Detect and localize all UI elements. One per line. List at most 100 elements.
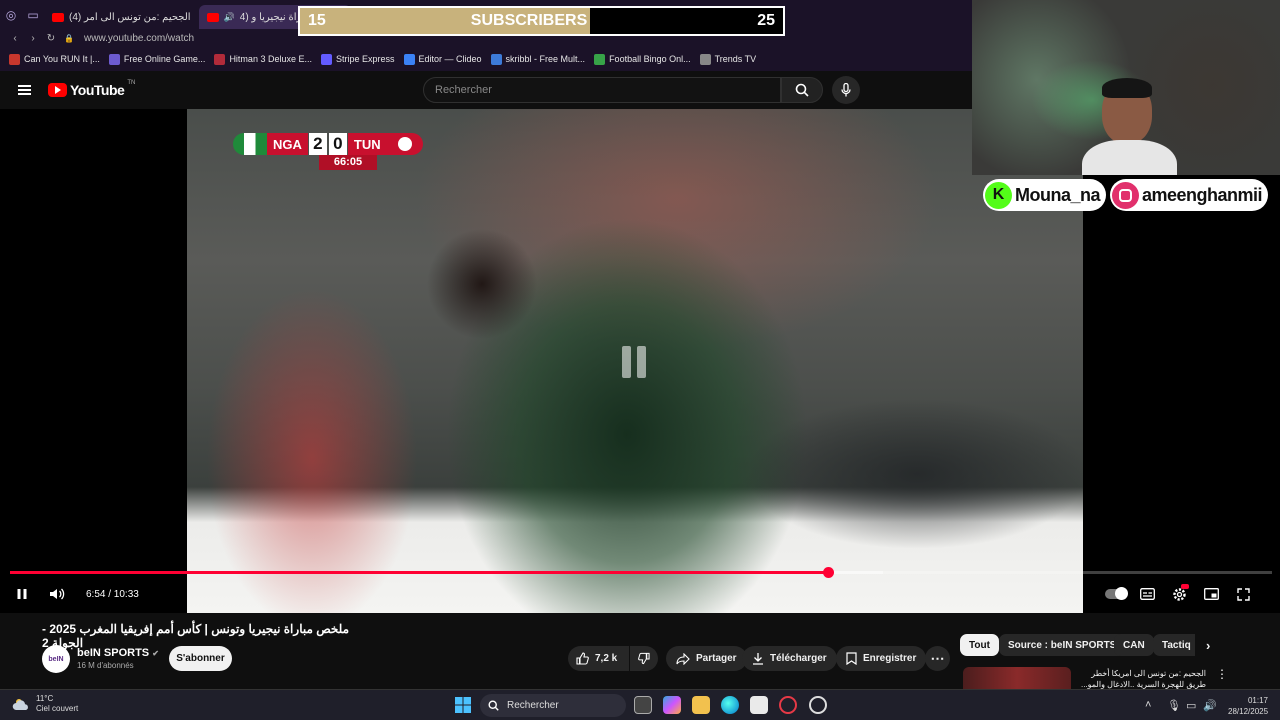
bookmark-item[interactable]: Can You RUN It |... xyxy=(9,53,100,65)
fullscreen-button[interactable] xyxy=(1237,586,1250,602)
file-explorer-icon[interactable] xyxy=(692,696,710,714)
miniplayer-button[interactable] xyxy=(1204,586,1219,602)
like-button[interactable]: 7,2 k xyxy=(568,646,629,671)
search-input[interactable]: Rechercher xyxy=(423,77,781,103)
match-clock: 66:05 xyxy=(319,155,377,170)
youtube-play-icon xyxy=(48,83,67,97)
dislike-button[interactable] xyxy=(630,646,658,671)
taskbar-search[interactable]: Rechercher xyxy=(480,694,626,717)
store-icon[interactable] xyxy=(750,696,768,714)
speaker-icon: 🔊 xyxy=(223,11,235,22)
pause-button[interactable] xyxy=(16,586,28,602)
search-button[interactable] xyxy=(781,77,823,103)
more-horizontal-icon: ⋯ xyxy=(930,650,945,666)
bookmark-item[interactable]: skribbl - Free Mult... xyxy=(490,53,586,65)
bookmark-favicon-icon xyxy=(108,53,120,65)
menu-icon[interactable] xyxy=(18,85,31,95)
steam-icon[interactable] xyxy=(809,696,827,714)
recommendation-title[interactable]: الجحيم :من تونس الى امريكا أخطر طريق لله… xyxy=(1076,668,1206,690)
browser-logo-icon[interactable]: ◎ xyxy=(0,0,22,30)
tab-1[interactable]: الجحيم :من تونس الى امر (4) xyxy=(44,5,199,29)
bookmark-favicon-icon xyxy=(594,53,606,65)
weather-widget[interactable]: 11°C Ciel couvert xyxy=(12,694,78,714)
save-label: Enregistrer xyxy=(863,653,917,664)
volume-icon[interactable]: 🔊 xyxy=(1203,699,1217,712)
tab-manager-icon[interactable]: ▭ xyxy=(22,0,44,30)
share-button[interactable]: Partager xyxy=(666,646,747,671)
subtitles-button[interactable] xyxy=(1140,586,1155,602)
thumbs-up-icon xyxy=(576,652,589,665)
social-handle: K Mouna_na xyxy=(983,179,1107,211)
verified-icon: ✔ xyxy=(152,649,159,658)
social-handle-name: Mouna_na xyxy=(1015,184,1101,205)
recommendation-menu-icon[interactable]: ⋮ xyxy=(1216,667,1228,681)
bookmark-item[interactable]: Editor — Clideo xyxy=(403,53,482,65)
clock[interactable]: 01:17 28/12/2025 xyxy=(1228,695,1268,717)
microphone-icon[interactable]: 🎙 xyxy=(1167,699,1181,712)
filter-chip[interactable]: CAN xyxy=(1114,634,1154,656)
reload-icon[interactable]: ↻ xyxy=(42,33,60,44)
social-handle: ameenghanmii xyxy=(1110,179,1269,211)
settings-button[interactable] xyxy=(1172,584,1189,602)
channel-name-text: beIN SPORTS xyxy=(77,647,150,659)
chips-next-button[interactable]: › xyxy=(1202,634,1214,656)
filter-chip[interactable]: Tout xyxy=(960,634,999,656)
progress-buffered xyxy=(827,571,884,574)
bookmark-label: Stripe Express xyxy=(335,54,395,64)
start-button[interactable] xyxy=(455,697,471,718)
chevron-right-icon: › xyxy=(1206,637,1211,653)
more-actions-button[interactable]: ⋯ xyxy=(925,646,950,671)
channel-name[interactable]: beIN SPORTS ✔ xyxy=(77,647,159,659)
subscriber-goal-label: SUBSCRIBERS xyxy=(470,12,588,29)
back-icon[interactable]: ‹ xyxy=(6,33,24,44)
kick-icon: K xyxy=(985,181,1012,209)
bookmark-label: Free Online Game... xyxy=(123,54,206,64)
opera-gx-icon[interactable] xyxy=(779,696,797,714)
save-button[interactable]: Enregistrer xyxy=(836,646,927,671)
voice-search-button[interactable] xyxy=(832,76,860,104)
edge-browser-icon[interactable] xyxy=(721,696,739,714)
progress-scrubber[interactable] xyxy=(822,567,834,578)
bookmark-item[interactable]: Stripe Express xyxy=(320,53,395,65)
autoplay-toggle[interactable] xyxy=(1105,586,1128,602)
bookmark-item[interactable]: Hitman 3 Deluxe E... xyxy=(214,53,312,65)
miniplayer-icon xyxy=(1204,588,1219,600)
volume-icon xyxy=(50,588,65,600)
time-display: 6:54 / 10:33 xyxy=(86,588,139,600)
progress-played xyxy=(10,571,828,574)
subtitles-icon xyxy=(1140,588,1155,600)
youtube-header: YouTube TN Rechercher xyxy=(0,71,972,109)
microphone-icon xyxy=(841,83,851,97)
copilot-icon[interactable] xyxy=(663,696,681,714)
subscriber-goal-current: 15 xyxy=(308,12,326,29)
channel-avatar[interactable]: beIN xyxy=(42,645,70,673)
search-icon xyxy=(795,83,809,97)
subscribe-button[interactable]: S'abonner xyxy=(169,646,232,671)
bookmark-item[interactable]: Free Online Game... xyxy=(108,53,206,65)
youtube-logo[interactable]: YouTube TN xyxy=(48,80,135,98)
filter-chip[interactable]: Tactiq xyxy=(1153,634,1195,656)
lock-icon[interactable]: 🔒 xyxy=(60,34,78,43)
bookmark-icon xyxy=(846,652,857,665)
tab-1-label: الجحيم :من تونس الى امر (4) xyxy=(69,11,191,23)
clock-time: 01:17 xyxy=(1247,696,1268,705)
forward-icon[interactable]: › xyxy=(24,33,42,44)
bookmark-label: Trends TV xyxy=(714,54,757,64)
recommendation-thumbnail[interactable] xyxy=(963,667,1071,689)
download-button[interactable]: Télécharger xyxy=(742,646,837,671)
display-icon[interactable]: ▭ xyxy=(1186,699,1196,712)
progress-bar[interactable] xyxy=(10,567,1272,578)
volume-button[interactable] xyxy=(49,586,65,602)
bookmark-label: skribbl - Free Mult... xyxy=(505,54,586,64)
url-field[interactable]: www.youtube.com/watch xyxy=(84,33,194,44)
bookmark-item[interactable]: Football Bingo Onl... xyxy=(594,53,691,65)
filter-chip[interactable]: Source : beIN SPORTS xyxy=(999,634,1126,656)
bookmark-favicon-icon xyxy=(699,53,711,65)
subscriber-goal-bar: 15 SUBSCRIBERS 25 xyxy=(298,6,785,36)
download-label: Télécharger xyxy=(770,653,827,664)
away-team: TUN xyxy=(347,133,387,155)
bookmark-item[interactable]: Trends TV xyxy=(699,53,757,65)
chevron-up-icon[interactable]: ˄ xyxy=(1145,699,1151,711)
task-view-icon[interactable] xyxy=(634,696,652,714)
webcam-overlay xyxy=(972,0,1280,175)
